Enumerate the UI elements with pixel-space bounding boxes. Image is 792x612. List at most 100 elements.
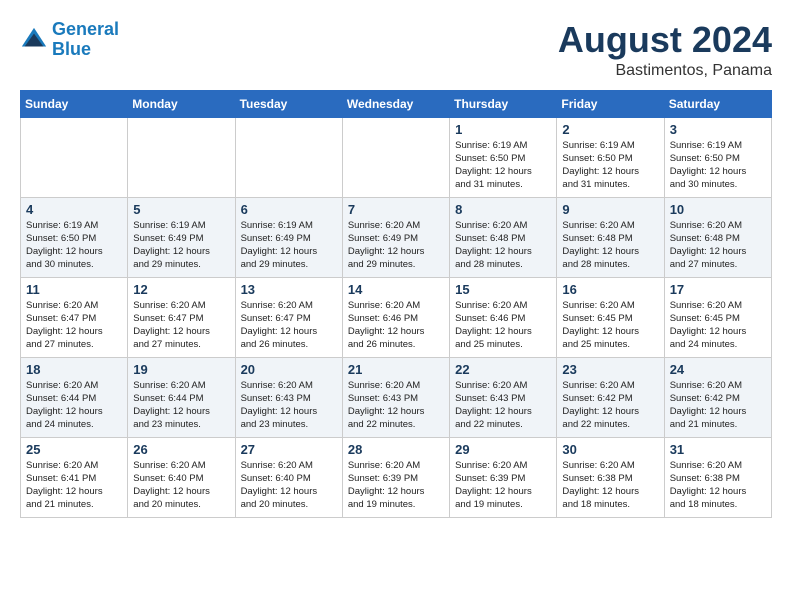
title-block: August 2024 Bastimentos, Panama [558, 20, 772, 80]
day-number: 10 [670, 202, 766, 217]
day-number: 11 [26, 282, 122, 297]
calendar-cell: 8 Sunrise: 6:20 AM Sunset: 6:48 PM Daylig… [450, 197, 557, 277]
day-number: 19 [133, 362, 229, 377]
day-number: 22 [455, 362, 551, 377]
day-info: Sunrise: 6:20 AM Sunset: 6:47 PM Dayligh… [26, 299, 122, 352]
weekday-header: Friday [557, 90, 664, 117]
weekday-header: Wednesday [342, 90, 449, 117]
day-info: Sunrise: 6:19 AM Sunset: 6:50 PM Dayligh… [562, 139, 658, 192]
calendar-cell: 27Sunrise: 6:20 AM Sunset: 6:40 PM Dayli… [235, 437, 342, 517]
day-info: Sunrise: 6:20 AM Sunset: 6:47 PM Dayligh… [133, 299, 229, 352]
calendar-cell: 28Sunrise: 6:20 AM Sunset: 6:39 PM Dayli… [342, 437, 449, 517]
weekday-header: Sunday [21, 90, 128, 117]
calendar-cell [235, 117, 342, 197]
day-info: Sunrise: 6:20 AM Sunset: 6:42 PM Dayligh… [670, 379, 766, 432]
day-info: Sunrise: 6:20 AM Sunset: 6:48 PM Dayligh… [455, 219, 551, 272]
weekday-header: Thursday [450, 90, 557, 117]
calendar-cell: 17 Sunrise: 6:20 AM Sunset: 6:45 PM Dayli… [664, 277, 771, 357]
day-number: 2 [562, 122, 658, 137]
day-info: Sunrise: 6:20 AM Sunset: 6:46 PM Dayligh… [455, 299, 551, 352]
day-number: 3 [670, 122, 766, 137]
calendar-cell: 5Sunrise: 6:19 AM Sunset: 6:49 PM Daylig… [128, 197, 235, 277]
day-number: 8 [455, 202, 551, 217]
day-info: Sunrise: 6:20 AM Sunset: 6:49 PM Dayligh… [348, 219, 444, 272]
day-info: Sunrise: 6:20 AM Sunset: 6:43 PM Dayligh… [241, 379, 337, 432]
calendar-cell: 14Sunrise: 6:20 AM Sunset: 6:46 PM Dayli… [342, 277, 449, 357]
day-info: Sunrise: 6:20 AM Sunset: 6:47 PM Dayligh… [241, 299, 337, 352]
day-info: Sunrise: 6:19 AM Sunset: 6:50 PM Dayligh… [455, 139, 551, 192]
month-title: August 2024 [558, 20, 772, 60]
calendar-cell: 11 Sunrise: 6:20 AM Sunset: 6:47 PM Dayli… [21, 277, 128, 357]
day-number: 6 [241, 202, 337, 217]
day-info: Sunrise: 6:20 AM Sunset: 6:48 PM Dayligh… [562, 219, 658, 272]
calendar-cell: 3 Sunrise: 6:19 AM Sunset: 6:50 PM Daylig… [664, 117, 771, 197]
day-number: 15 [455, 282, 551, 297]
day-info: Sunrise: 6:20 AM Sunset: 6:44 PM Dayligh… [133, 379, 229, 432]
calendar-cell: 16 Sunrise: 6:20 AM Sunset: 6:45 PM Dayli… [557, 277, 664, 357]
day-number: 29 [455, 442, 551, 457]
calendar-cell: 22 Sunrise: 6:20 AM Sunset: 6:43 PM Dayli… [450, 357, 557, 437]
day-number: 26 [133, 442, 229, 457]
calendar-cell: 31 Sunrise: 6:20 AM Sunset: 6:38 PM Dayli… [664, 437, 771, 517]
calendar-cell: 24 Sunrise: 6:20 AM Sunset: 6:42 PM Dayli… [664, 357, 771, 437]
day-info: Sunrise: 6:20 AM Sunset: 6:48 PM Dayligh… [670, 219, 766, 272]
calendar-cell: 23 Sunrise: 6:20 AM Sunset: 6:42 PM Dayli… [557, 357, 664, 437]
day-info: Sunrise: 6:20 AM Sunset: 6:39 PM Dayligh… [348, 459, 444, 512]
day-number: 30 [562, 442, 658, 457]
day-info: Sunrise: 6:20 AM Sunset: 6:44 PM Dayligh… [26, 379, 122, 432]
calendar-cell [128, 117, 235, 197]
calendar-cell: 15 Sunrise: 6:20 AM Sunset: 6:46 PM Dayli… [450, 277, 557, 357]
calendar-cell: 25 Sunrise: 6:20 AM Sunset: 6:41 PM Dayli… [21, 437, 128, 517]
day-info: Sunrise: 6:20 AM Sunset: 6:40 PM Dayligh… [133, 459, 229, 512]
calendar-cell: 6Sunrise: 6:19 AM Sunset: 6:49 PM Daylig… [235, 197, 342, 277]
day-number: 17 [670, 282, 766, 297]
day-number: 12 [133, 282, 229, 297]
day-number: 1 [455, 122, 551, 137]
calendar-cell: 20 Sunrise: 6:20 AM Sunset: 6:43 PM Dayli… [235, 357, 342, 437]
calendar-cell: 30 Sunrise: 6:20 AM Sunset: 6:38 PM Dayli… [557, 437, 664, 517]
day-number: 4 [26, 202, 122, 217]
day-number: 7 [348, 202, 444, 217]
day-number: 25 [26, 442, 122, 457]
day-info: Sunrise: 6:20 AM Sunset: 6:42 PM Dayligh… [562, 379, 658, 432]
calendar-cell [342, 117, 449, 197]
page-header: General Blue August 2024 Bastimentos, Pa… [20, 20, 772, 80]
day-number: 23 [562, 362, 658, 377]
calendar-cell: 4 Sunrise: 6:19 AM Sunset: 6:50 PM Daylig… [21, 197, 128, 277]
day-number: 13 [241, 282, 337, 297]
day-info: Sunrise: 6:20 AM Sunset: 6:43 PM Dayligh… [348, 379, 444, 432]
day-info: Sunrise: 6:20 AM Sunset: 6:45 PM Dayligh… [562, 299, 658, 352]
calendar-cell: 29 Sunrise: 6:20 AM Sunset: 6:39 PM Dayli… [450, 437, 557, 517]
day-number: 9 [562, 202, 658, 217]
calendar-cell: 2 Sunrise: 6:19 AM Sunset: 6:50 PM Daylig… [557, 117, 664, 197]
day-info: Sunrise: 6:20 AM Sunset: 6:39 PM Dayligh… [455, 459, 551, 512]
logo-text: General Blue [52, 20, 119, 60]
day-info: Sunrise: 6:19 AM Sunset: 6:50 PM Dayligh… [26, 219, 122, 272]
calendar-cell: 10 Sunrise: 6:20 AM Sunset: 6:48 PM Dayli… [664, 197, 771, 277]
calendar-cell: 12 Sunrise: 6:20 AM Sunset: 6:47 PM Dayli… [128, 277, 235, 357]
day-info: Sunrise: 6:20 AM Sunset: 6:41 PM Dayligh… [26, 459, 122, 512]
calendar-cell: 18 Sunrise: 6:20 AM Sunset: 6:44 PM Dayli… [21, 357, 128, 437]
day-info: Sunrise: 6:19 AM Sunset: 6:50 PM Dayligh… [670, 139, 766, 192]
calendar-table: SundayMondayTuesdayWednesdayThursdayFrid… [20, 90, 772, 518]
day-info: Sunrise: 6:20 AM Sunset: 6:46 PM Dayligh… [348, 299, 444, 352]
calendar-cell: 13 Sunrise: 6:20 AM Sunset: 6:47 PM Dayli… [235, 277, 342, 357]
day-number: 20 [241, 362, 337, 377]
day-number: 16 [562, 282, 658, 297]
day-info: Sunrise: 6:20 AM Sunset: 6:43 PM Dayligh… [455, 379, 551, 432]
day-number: 31 [670, 442, 766, 457]
calendar-cell [21, 117, 128, 197]
calendar-cell: 9 Sunrise: 6:20 AM Sunset: 6:48 PM Daylig… [557, 197, 664, 277]
location-subtitle: Bastimentos, Panama [558, 62, 772, 80]
calendar-cell: 19 Sunrise: 6:20 AM Sunset: 6:44 PM Dayli… [128, 357, 235, 437]
day-number: 24 [670, 362, 766, 377]
day-info: Sunrise: 6:20 AM Sunset: 6:45 PM Dayligh… [670, 299, 766, 352]
day-info: Sunrise: 6:20 AM Sunset: 6:38 PM Dayligh… [562, 459, 658, 512]
logo-icon [20, 26, 48, 54]
day-info: Sunrise: 6:20 AM Sunset: 6:40 PM Dayligh… [241, 459, 337, 512]
day-number: 18 [26, 362, 122, 377]
day-number: 5 [133, 202, 229, 217]
weekday-header: Monday [128, 90, 235, 117]
day-info: Sunrise: 6:20 AM Sunset: 6:38 PM Dayligh… [670, 459, 766, 512]
weekday-header: Tuesday [235, 90, 342, 117]
